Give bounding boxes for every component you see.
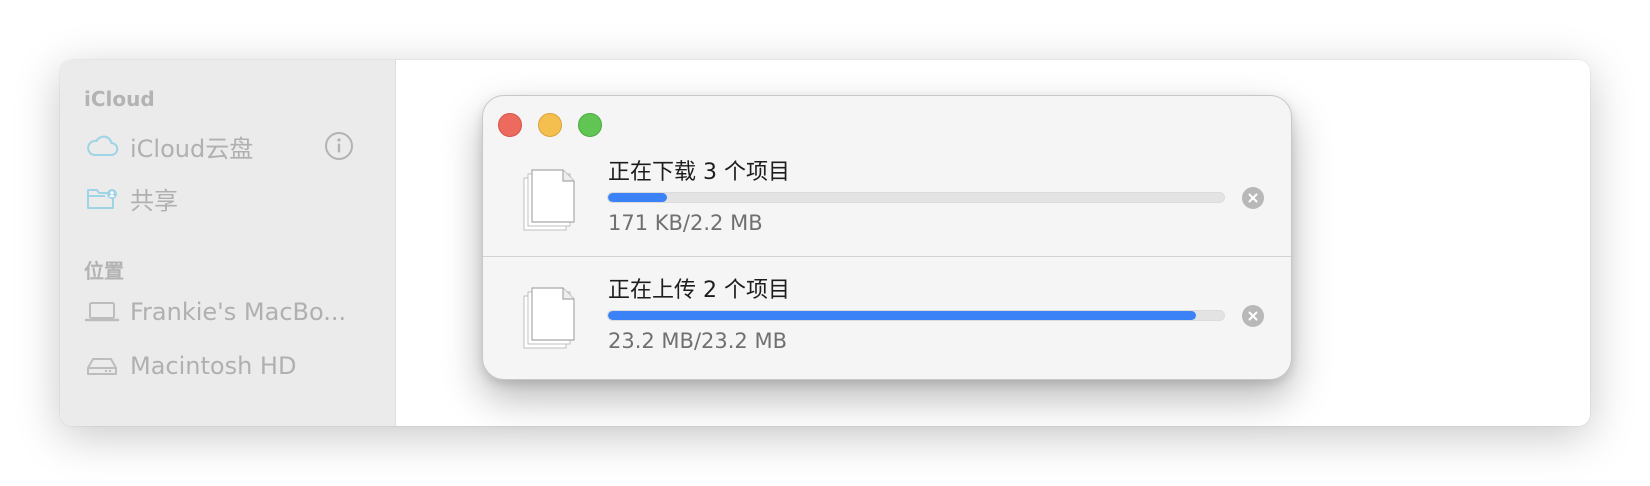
progress-window: 正在下载 3 个项目 171 KB/2.2 MB 正在上传 2 个项目 23.2…: [482, 95, 1292, 380]
sidebar-item-label: Macintosh HD: [130, 352, 297, 380]
sidebar-item-macintosh-hd[interactable]: Macintosh HD: [84, 346, 374, 386]
transfer-row-upload: 正在上传 2 个项目 23.2 MB/23.2 MB: [483, 269, 1291, 379]
sidebar-item-label: iCloud云盘: [130, 134, 254, 163]
sidebar: iCloud iCloud云盘 共享 位置 Frankie's MacBo...…: [60, 60, 396, 426]
sidebar-item-macbook[interactable]: Frankie's MacBo...: [84, 292, 374, 332]
transfer-title: 正在上传 2 个项目: [608, 278, 790, 303]
cloud-icon: [84, 131, 120, 161]
laptop-icon: [84, 297, 120, 327]
hard-drive-icon: [84, 351, 120, 381]
maximize-window-button[interactable]: [578, 113, 602, 137]
progress-bar-fill: [608, 193, 667, 202]
cancel-transfer-button[interactable]: [1242, 187, 1264, 209]
row-divider: [483, 256, 1291, 257]
sidebar-item-shared[interactable]: 共享: [84, 178, 374, 218]
transfer-size: 171 KB/2.2 MB: [608, 211, 763, 235]
transfer-title: 正在下载 3 个项目: [608, 160, 790, 185]
x-icon: [1248, 193, 1258, 203]
close-window-button[interactable]: [498, 113, 522, 137]
progress-bar: [607, 310, 1225, 321]
progress-bar-fill: [608, 311, 1197, 320]
x-icon: [1248, 311, 1258, 321]
transfer-size: 23.2 MB/23.2 MB: [608, 329, 787, 353]
sidebar-item-label: Frankie's MacBo...: [130, 298, 347, 326]
document-icon: [521, 283, 581, 353]
progress-bar: [607, 192, 1225, 203]
document-icon: [521, 165, 581, 235]
transfer-row-download: 正在下载 3 个项目 171 KB/2.2 MB: [483, 151, 1291, 269]
sidebar-item-label: 共享: [130, 186, 178, 215]
info-icon[interactable]: [324, 131, 354, 161]
sidebar-section-locations: 位置: [84, 259, 124, 283]
minimize-window-button[interactable]: [538, 113, 562, 137]
cancel-transfer-button[interactable]: [1242, 305, 1264, 327]
shared-folder-icon: [84, 183, 120, 213]
sidebar-section-icloud: iCloud: [84, 87, 155, 111]
